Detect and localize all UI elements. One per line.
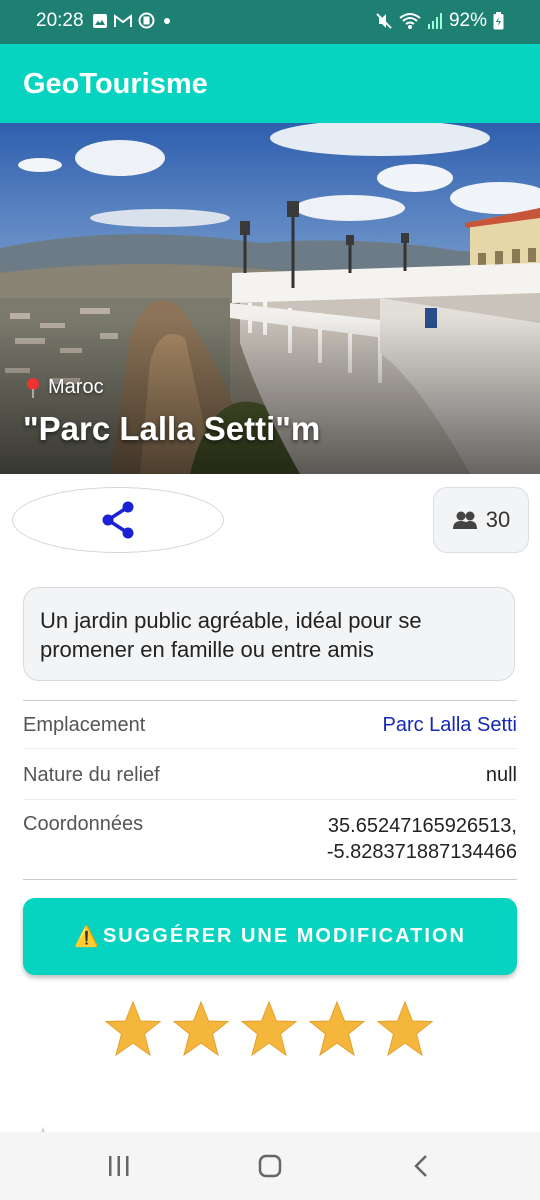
back-icon xyxy=(414,1155,427,1177)
description-card: Un jardin public agréable, idéal pour se… xyxy=(23,587,515,681)
latitude: 35.65247165926513, xyxy=(327,815,517,837)
star-icon[interactable] xyxy=(240,1000,298,1058)
star-icon[interactable] xyxy=(104,1000,162,1058)
star-icon[interactable] xyxy=(308,1000,366,1058)
share-icon xyxy=(102,501,134,539)
details-top-divider xyxy=(23,700,517,701)
share-button[interactable] xyxy=(12,487,224,553)
details-bottom-divider xyxy=(23,879,517,880)
longitude: -5.828371887134466 xyxy=(326,841,517,863)
place-hero-image: Maroc "Parc Lalla Setti"m xyxy=(0,123,540,474)
suggest-button-label: SUGGÉRER UNE MODIFICATION xyxy=(102,925,466,947)
back-button[interactable] xyxy=(401,1150,441,1182)
recents-icon xyxy=(109,1156,129,1176)
place-title: "Parc Lalla Setti"m xyxy=(23,410,321,447)
status-time: 20:28 xyxy=(36,10,84,31)
visitors-count: 30 xyxy=(485,507,511,532)
star-icon[interactable] xyxy=(172,1000,230,1058)
location-value-link[interactable]: Parc Lalla Setti xyxy=(382,714,517,737)
battery-percent: 92% xyxy=(448,10,487,31)
signal-icon xyxy=(427,13,442,29)
status-bar: 20:28 92% xyxy=(0,0,540,44)
app-title: GeoTourisme xyxy=(23,68,208,100)
row-divider xyxy=(23,799,517,800)
dot-icon xyxy=(164,17,170,24)
wifi-icon xyxy=(399,13,421,29)
rating-stars[interactable] xyxy=(104,1000,434,1058)
relief-value: null xyxy=(485,764,517,786)
gmail-icon xyxy=(114,13,132,27)
image-icon xyxy=(93,13,107,28)
home-icon xyxy=(258,1154,282,1178)
notification-icon xyxy=(138,12,155,29)
row-divider xyxy=(23,748,517,749)
star-icon[interactable] xyxy=(376,1000,434,1058)
place-description: Un jardin public agréable, idéal pour se… xyxy=(40,608,422,662)
status-notifications xyxy=(92,12,173,29)
system-navigation-bar xyxy=(0,1132,540,1200)
mute-icon xyxy=(376,13,392,29)
location-label: Emplacement xyxy=(23,714,146,736)
group-icon xyxy=(452,511,477,529)
country-label: Maroc xyxy=(48,376,104,398)
app-bar: GeoTourisme xyxy=(0,44,540,123)
status-system: 92% xyxy=(375,10,504,32)
home-button[interactable] xyxy=(250,1150,290,1182)
recent-apps-button[interactable] xyxy=(99,1150,139,1182)
relief-label: Nature du relief xyxy=(23,764,160,786)
coordinates-label: Coordonnées xyxy=(23,813,144,835)
coordinates-value: 35.65247165926513, -5.828371887134466 xyxy=(327,813,517,865)
suggest-modification-button[interactable]: ⚠️ SUGGÉRER UNE MODIFICATION xyxy=(23,898,517,975)
place-country: Maroc xyxy=(24,376,104,399)
battery-icon xyxy=(493,12,504,30)
visitors-badge[interactable]: 30 xyxy=(433,487,529,553)
pin-icon xyxy=(27,377,39,398)
warning-icon: ⚠️ xyxy=(74,926,101,948)
